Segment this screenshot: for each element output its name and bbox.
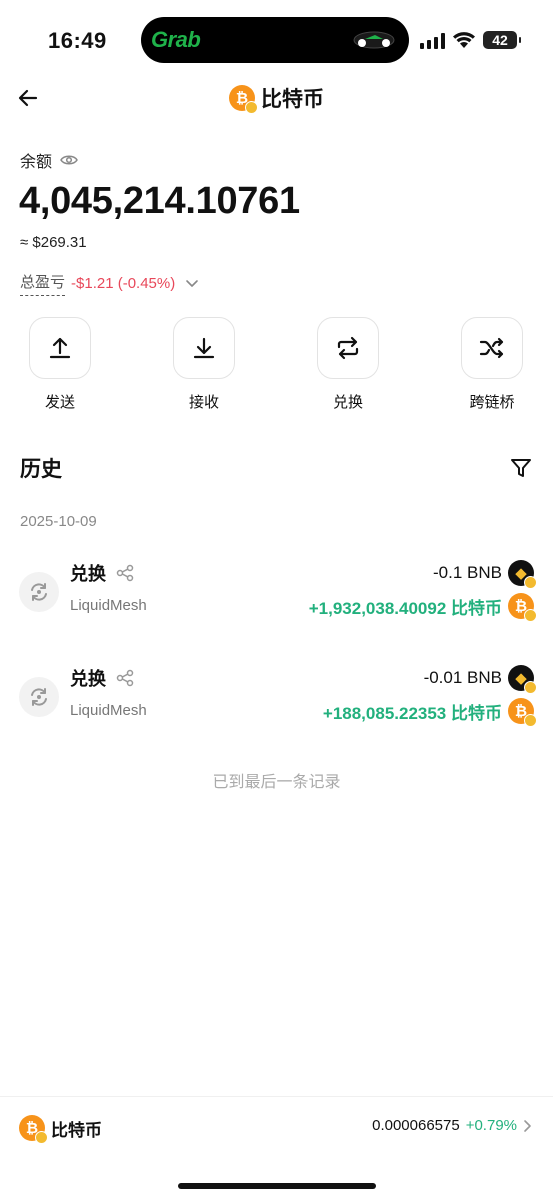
end-of-list-text: 已到最后一条记录 xyxy=(212,774,341,791)
transaction-out: -0.1 BNB ◆ xyxy=(433,560,537,589)
page-title-text: 比特币 xyxy=(261,88,324,111)
swap-label: 兑换 xyxy=(332,394,363,411)
price-value: 0.000066575 xyxy=(372,1117,460,1134)
pnl-value: -$1.21 (-0.45%) xyxy=(71,275,176,292)
transaction-row[interactable]: 兑换 LiquidMesh -0.01 BNB ◆ +188,085.22353… xyxy=(0,665,553,735)
bitcoin-icon: ₿ xyxy=(508,593,537,622)
send-label: 发送 xyxy=(44,394,75,411)
island-app-label: Grab xyxy=(151,27,201,52)
transaction-type: 兑换 xyxy=(70,665,134,691)
signal-icon xyxy=(420,33,445,49)
transaction-source: LiquidMesh xyxy=(70,702,147,719)
upload-icon xyxy=(49,337,71,359)
bitcoin-icon: ₿ xyxy=(508,698,537,727)
transaction-out: -0.01 BNB ◆ xyxy=(424,665,537,694)
page-title: ₿ 比特币 xyxy=(0,83,553,114)
balance-label: 余额 xyxy=(20,148,78,172)
wifi-icon xyxy=(453,32,475,48)
bottom-price-bar[interactable]: ₿ 比特币 0.000066575 +0.79% xyxy=(0,1096,553,1158)
share-icon[interactable] xyxy=(116,564,134,582)
balance-usd: ≈ $269.31 xyxy=(20,234,87,251)
eye-icon[interactable] xyxy=(60,154,78,166)
status-time: 16:49 xyxy=(48,28,107,53)
swap-button[interactable]: 兑换 xyxy=(316,317,380,412)
history-date: 2025-10-09 xyxy=(20,513,97,530)
bottom-price: 0.000066575 +0.79% xyxy=(372,1117,533,1134)
history-title: 历史 xyxy=(20,458,62,481)
shuffle-icon xyxy=(479,337,504,359)
transaction-in: +1,932,038.40092 比特币 ₿ xyxy=(309,593,537,622)
receive-label: 接收 xyxy=(188,394,219,411)
transaction-type: 兑换 xyxy=(70,560,134,586)
filter-icon[interactable] xyxy=(510,457,532,479)
status-bar: 16:49 Grab 42 xyxy=(0,0,553,70)
chevron-down-icon[interactable] xyxy=(185,279,199,288)
share-icon[interactable] xyxy=(116,669,134,687)
send-button[interactable]: 发送 xyxy=(28,317,92,412)
receive-button[interactable]: 接收 xyxy=(172,317,236,412)
motorbike-icon xyxy=(353,31,395,49)
battery-indicator: 42 xyxy=(483,31,521,49)
download-icon xyxy=(193,337,215,359)
balance-label-text: 余额 xyxy=(20,154,53,171)
pnl-row[interactable]: 总盈亏 -$1.21 (-0.45%) xyxy=(20,271,199,296)
pnl-label[interactable]: 总盈亏 xyxy=(20,271,66,296)
bnb-icon: ◆ xyxy=(508,560,537,589)
swap-icon xyxy=(337,336,359,360)
bnb-icon: ◆ xyxy=(508,665,537,694)
bitcoin-icon: ₿ xyxy=(229,85,258,114)
home-indicator[interactable] xyxy=(178,1183,376,1189)
bridge-label: 跨链桥 xyxy=(469,394,515,411)
bitcoin-icon: ₿ xyxy=(19,1115,48,1144)
swap-circle-icon xyxy=(19,677,59,717)
dynamic-island[interactable]: Grab xyxy=(141,17,409,63)
transaction-source: LiquidMesh xyxy=(70,597,147,614)
balance-amount: 4,045,214.10761 xyxy=(19,180,300,222)
bridge-button[interactable]: 跨链桥 xyxy=(460,317,524,412)
bottom-coin-name: ₿ 比特币 xyxy=(19,1115,102,1144)
chevron-right-icon[interactable] xyxy=(523,1119,533,1133)
price-change: +0.79% xyxy=(465,1117,517,1134)
transaction-row[interactable]: 兑换 LiquidMesh -0.1 BNB ◆ +1,932,038.4009… xyxy=(0,560,553,630)
transaction-in: +188,085.22353 比特币 ₿ xyxy=(323,698,537,727)
swap-circle-icon xyxy=(19,572,59,612)
